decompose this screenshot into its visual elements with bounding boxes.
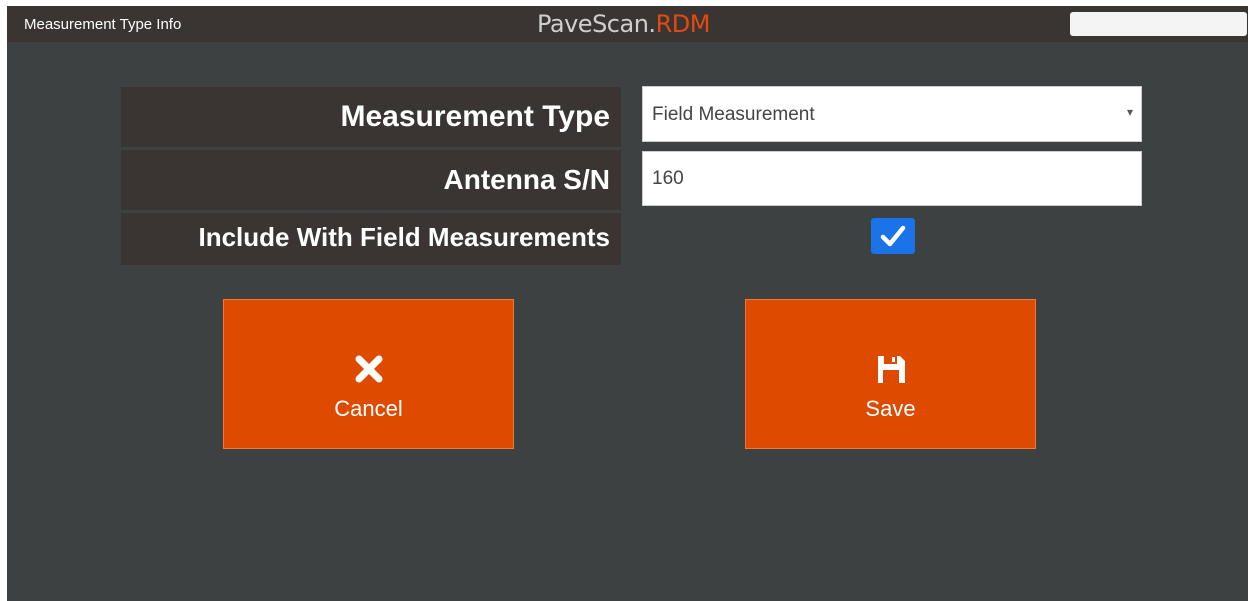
save-button[interactable]: Save — [745, 299, 1036, 449]
cancel-label: Cancel — [334, 396, 403, 421]
app-window: Measurement Type Info PaveScan.RDM Measu… — [7, 6, 1248, 601]
header-search-box[interactable] — [1070, 12, 1247, 36]
header-bar: Measurement Type Info PaveScan.RDM — [7, 6, 1248, 42]
measurement-type-label: Measurement Type — [121, 87, 621, 147]
measurement-type-select[interactable]: Field Measurement ▾ — [642, 86, 1142, 142]
cancel-button[interactable]: Cancel — [223, 299, 514, 449]
antenna-sn-input[interactable]: 160 — [642, 151, 1142, 206]
page-title: Measurement Type Info — [24, 16, 182, 33]
brand-accent: RDM — [655, 10, 711, 38]
include-field-measurements-checkbox[interactable] — [871, 218, 915, 254]
measurement-type-value: Field Measurement — [652, 104, 815, 125]
save-label: Save — [865, 396, 916, 421]
dropdown-caret-icon: ▾ — [1126, 105, 1133, 119]
antenna-sn-label: Antenna S/N — [121, 150, 621, 210]
close-icon — [354, 354, 384, 389]
brand-main: PaveScan — [537, 10, 649, 38]
floppy-disk-icon — [876, 354, 906, 389]
brand-logo: PaveScan.RDM — [537, 9, 710, 39]
brand-dot: . — [648, 10, 656, 38]
checkmark-icon — [880, 225, 906, 247]
include-field-measurements-label: Include With Field Measurements — [121, 213, 621, 265]
